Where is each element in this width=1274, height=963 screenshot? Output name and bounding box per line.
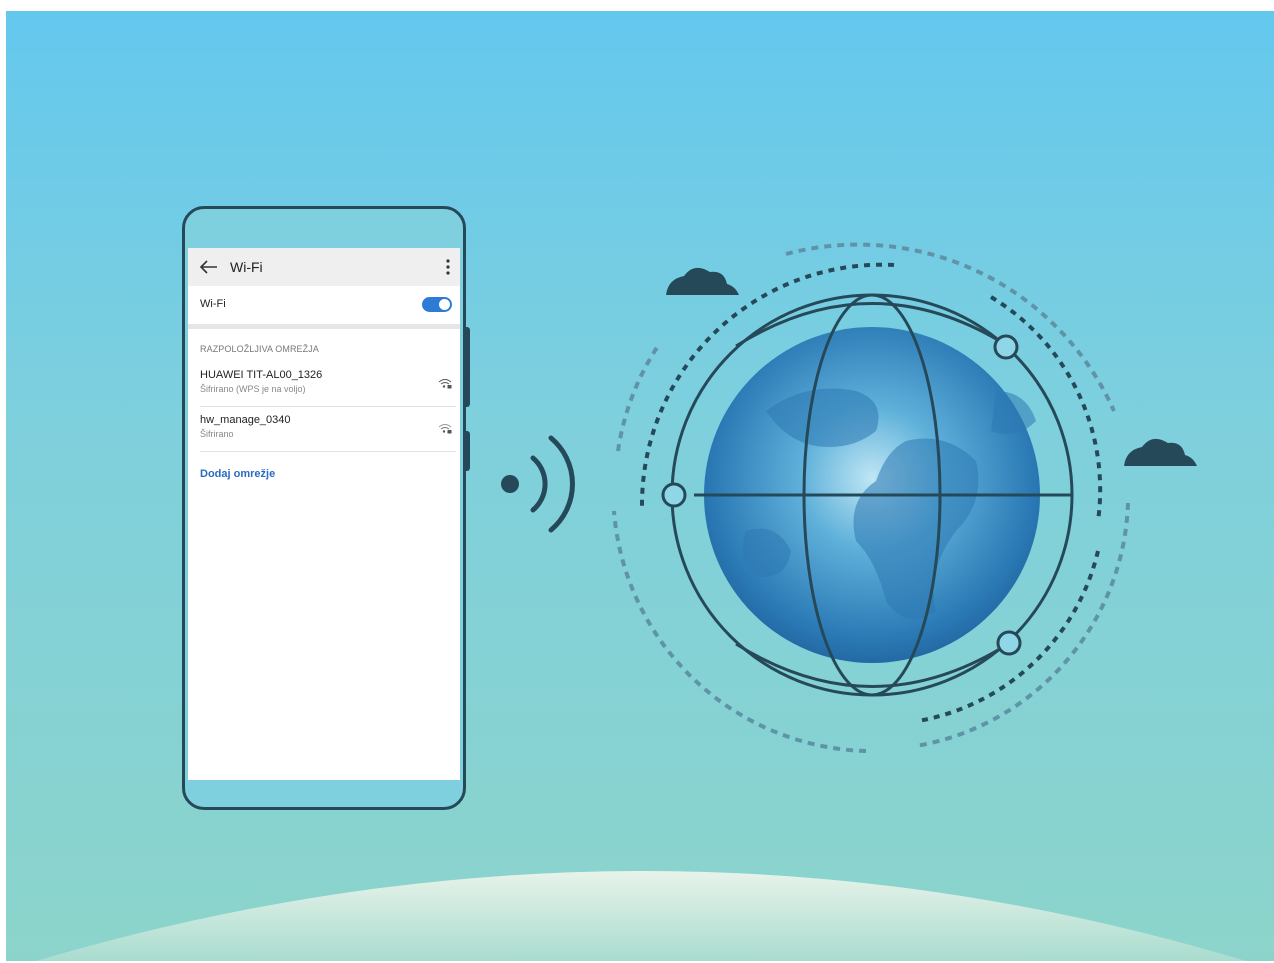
phone-mockup: Wi-Fi Wi-Fi RAZPOLOŽLJIVA OMREŽJA HUAWEI… [182, 206, 470, 810]
list-separator [200, 406, 456, 407]
toggle-knob [439, 299, 450, 310]
network-name: hw_manage_0340 [200, 414, 291, 426]
globe-icon [661, 293, 1074, 697]
network-item[interactable]: hw_manage_0340 Šifrirano [200, 414, 452, 439]
app-bar: Wi-Fi [188, 248, 460, 286]
network-status: Šifrirano (WPS je na voljo) [200, 384, 306, 394]
wifi-toggle-row[interactable]: Wi-Fi [188, 286, 460, 324]
wifi-toggle-label: Wi-Fi [200, 298, 226, 310]
section-divider [188, 324, 460, 329]
wifi-toggle-switch[interactable] [422, 297, 452, 312]
phone-button [466, 327, 470, 407]
network-item[interactable]: HUAWEI TIT-AL00_1326 Šifrirano (WPS je n… [200, 369, 452, 394]
add-network-link[interactable]: Dodaj omrežje [200, 468, 275, 480]
phone-button [466, 431, 470, 471]
phone-screen: Wi-Fi Wi-Fi RAZPOLOŽLJIVA OMREŽJA HUAWEI… [188, 248, 460, 780]
back-arrow-icon[interactable] [200, 260, 218, 274]
network-status: Šifrirano [200, 429, 234, 439]
signal-waves-icon [501, 435, 575, 533]
network-name: HUAWEI TIT-AL00_1326 [200, 369, 323, 381]
wifi-lock-icon [438, 379, 452, 389]
wifi-lock-icon [438, 424, 452, 434]
page-title: Wi-Fi [230, 259, 263, 275]
illustration-scene: Wi-Fi Wi-Fi RAZPOLOŽLJIVA OMREŽJA HUAWEI… [6, 11, 1274, 961]
available-networks-heading: RAZPOLOŽLJIVA OMREŽJA [200, 344, 319, 354]
more-vertical-icon[interactable] [446, 259, 450, 275]
list-separator [200, 451, 456, 452]
